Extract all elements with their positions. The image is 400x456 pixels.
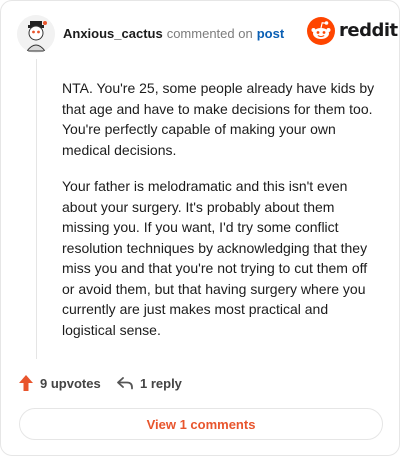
view-comments-button[interactable]: View 1 comments bbox=[19, 408, 383, 440]
upvote-arrow-icon bbox=[19, 375, 33, 391]
upvote-count: 9 upvotes bbox=[40, 375, 101, 391]
user-avatar[interactable] bbox=[17, 15, 55, 53]
comment-actions: 9 upvotes 1 reply bbox=[18, 373, 378, 393]
reply-arrow-icon bbox=[117, 377, 133, 390]
comment-card: Anxious_cactus commented on post reddit NT… bbox=[0, 0, 400, 456]
reddit-logo-icon bbox=[307, 17, 335, 45]
thread-line[interactable] bbox=[36, 59, 37, 359]
comment-paragraph: NTA. You're 25, some people already have… bbox=[62, 80, 375, 158]
upvote-button[interactable]: 9 upvotes bbox=[18, 373, 101, 393]
action-text: commented on bbox=[166, 26, 253, 41]
reply-button[interactable]: 1 reply bbox=[116, 373, 182, 393]
view-comments-label: View 1 comments bbox=[146, 416, 256, 432]
reddit-logo[interactable]: reddit bbox=[307, 17, 398, 47]
comment-body: NTA. You're 25, some people already have… bbox=[62, 78, 378, 356]
post-link[interactable]: post bbox=[257, 26, 284, 41]
comment-meta: Anxious_cactus commented on post bbox=[63, 26, 284, 42]
comment-header: Anxious_cactus commented on post reddit bbox=[17, 15, 398, 55]
reply-count: 1 reply bbox=[140, 375, 182, 391]
comment-paragraph: Your father is melodramatic and this isn… bbox=[62, 178, 368, 338]
username[interactable]: Anxious_cactus bbox=[63, 26, 163, 41]
brand-name: reddit bbox=[339, 20, 398, 41]
